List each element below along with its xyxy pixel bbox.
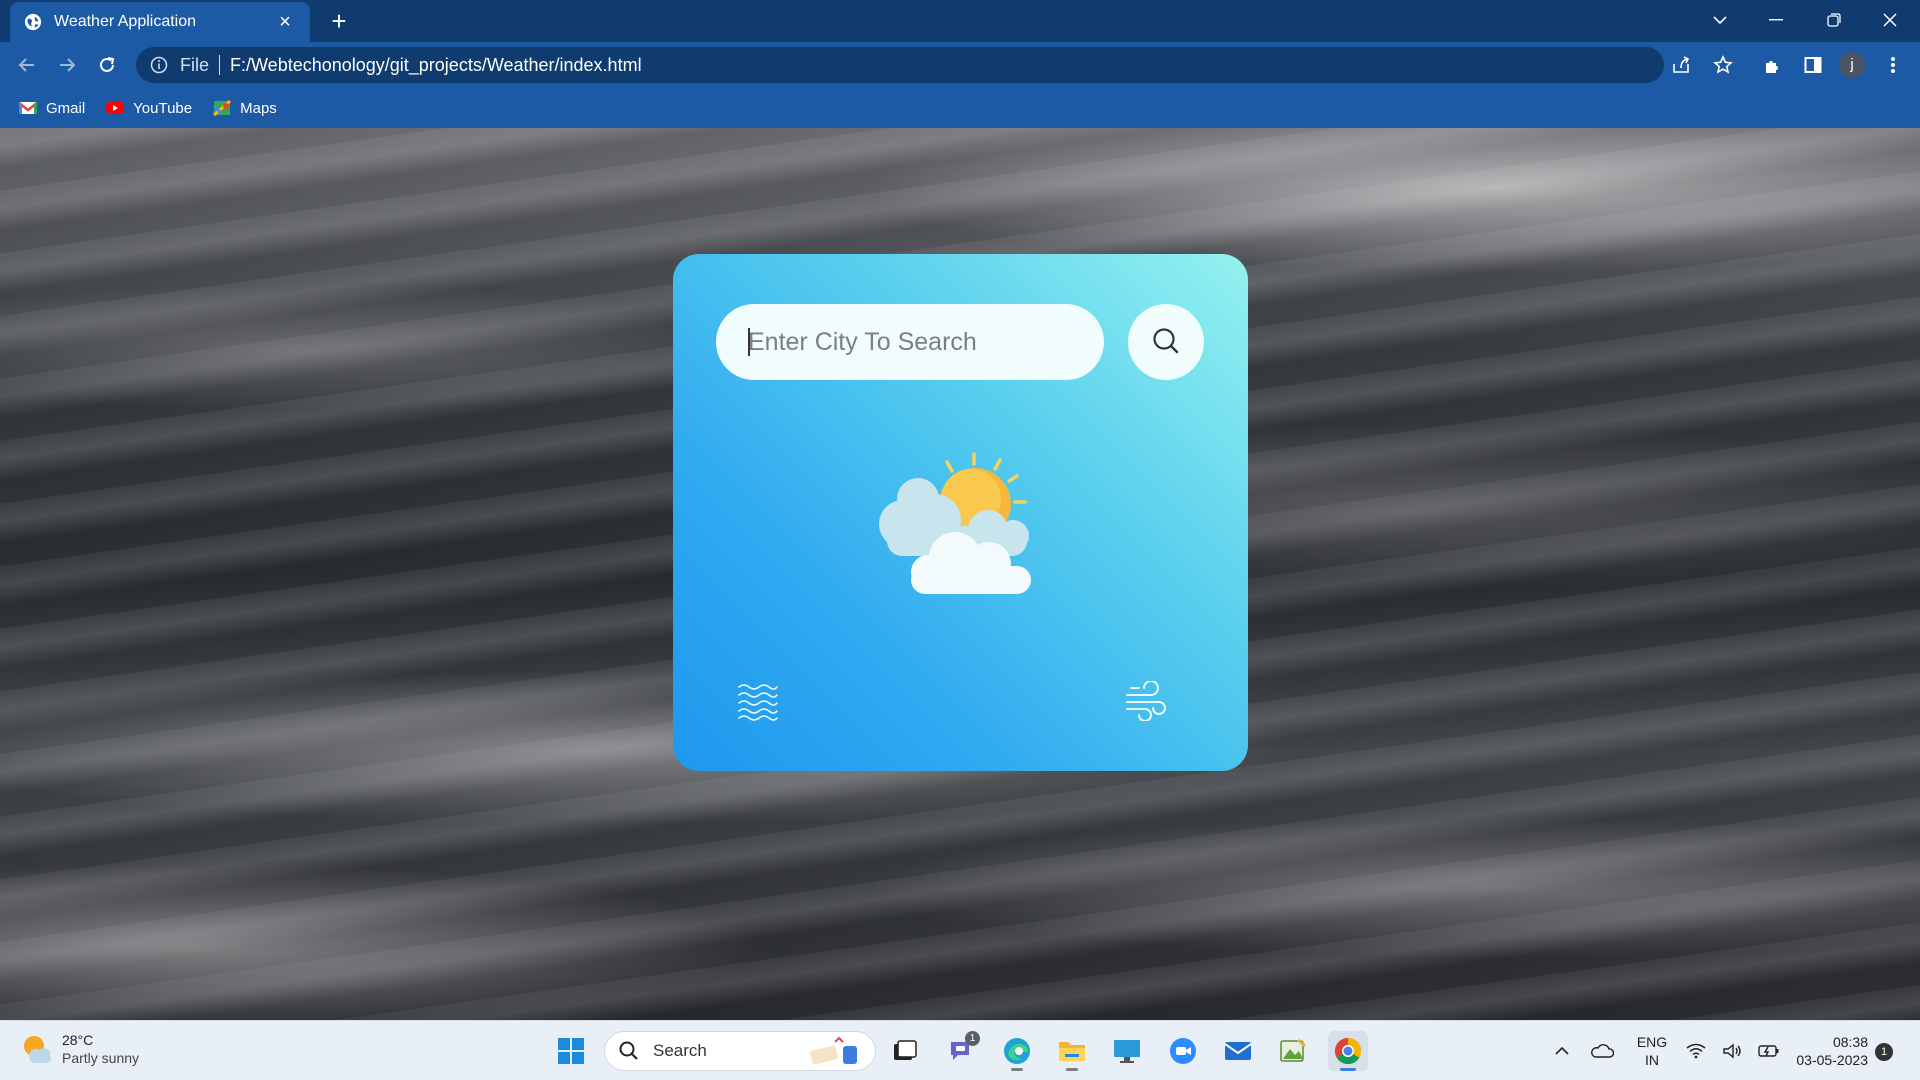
taskbar-search[interactable]: Search	[604, 1031, 876, 1071]
chrome-button[interactable]	[1328, 1031, 1368, 1071]
start-button[interactable]	[551, 1031, 591, 1071]
weather-widget-condition: Partly sunny	[62, 1049, 139, 1067]
teams-chat-button[interactable]: 1	[942, 1031, 982, 1071]
edge-button[interactable]	[997, 1031, 1037, 1071]
youtube-icon	[105, 100, 125, 116]
text-caret	[748, 328, 750, 356]
maps-icon	[212, 100, 232, 116]
weather-widget[interactable]: 28°C Partly sunny	[20, 1031, 139, 1067]
language-indicator[interactable]: ENG IN	[1630, 1033, 1674, 1069]
chat-notification-badge: 1	[965, 1031, 980, 1046]
bookmark-label: YouTube	[133, 100, 192, 117]
running-indicator	[1011, 1068, 1023, 1071]
taskbar-search-label: Search	[653, 1041, 707, 1061]
bookmarks-bar: Gmail YouTube Maps	[0, 88, 1920, 128]
search-icon	[1151, 327, 1181, 357]
bookmark-star-icon[interactable]	[1708, 50, 1738, 80]
address-bar[interactable]: File F:/Webtechonology/git_projects/Weat…	[136, 47, 1664, 83]
chevron-up-icon	[1555, 1046, 1569, 1056]
extensions-icon[interactable]	[1758, 50, 1788, 80]
task-view-button[interactable]	[885, 1031, 925, 1071]
partly-sunny-icon	[873, 444, 1048, 604]
mail-button[interactable]	[1218, 1031, 1258, 1071]
globe-icon	[24, 13, 42, 31]
close-window-icon[interactable]	[1862, 0, 1918, 40]
wind-icon	[1125, 681, 1167, 721]
file-explorer-button[interactable]	[1052, 1031, 1092, 1071]
address-scheme: File	[180, 55, 209, 76]
remote-desktop-button[interactable]	[1107, 1031, 1147, 1071]
search-highlight-icon	[805, 1036, 865, 1068]
folder-icon	[1057, 1038, 1087, 1064]
minimize-icon[interactable]	[1748, 0, 1804, 40]
quick-settings-button[interactable]	[1678, 1031, 1788, 1071]
edge-browser-icon	[1002, 1036, 1032, 1066]
tab-title: Weather Application	[54, 13, 274, 31]
zoom-icon	[1168, 1036, 1198, 1066]
windows-logo-icon	[557, 1037, 585, 1065]
wifi-icon	[1686, 1043, 1706, 1059]
region-label: IN	[1630, 1051, 1674, 1069]
search-icon	[619, 1041, 639, 1061]
storm-clouds-background	[0, 128, 1920, 1020]
windows-taskbar: 28°C Partly sunny Search 1	[0, 1020, 1920, 1080]
clock-date: 03-05-2023	[1780, 1051, 1868, 1069]
gmail-icon	[18, 100, 38, 116]
city-search-input[interactable]	[716, 304, 1104, 380]
tab-close-icon[interactable]: ×	[274, 11, 296, 33]
photos-icon	[1278, 1037, 1308, 1065]
photos-button[interactable]	[1273, 1031, 1313, 1071]
side-panel-icon[interactable]	[1798, 50, 1828, 80]
language-label: ENG	[1630, 1033, 1674, 1051]
chrome-icon	[1333, 1036, 1363, 1066]
browser-toolbar: File F:/Webtechonology/git_projects/Weat…	[0, 42, 1920, 88]
tab-search-chevron-icon[interactable]	[1692, 0, 1748, 40]
address-divider	[219, 55, 220, 75]
forward-arrow-icon[interactable]	[52, 50, 82, 80]
onedrive-cloud-icon	[1590, 1043, 1614, 1059]
mail-icon	[1223, 1039, 1253, 1063]
show-hidden-icons-button[interactable]	[1542, 1031, 1582, 1071]
clock-time: 08:38	[1780, 1033, 1868, 1051]
bookmark-label: Gmail	[46, 100, 85, 117]
weather-widget-temp: 28°C	[62, 1031, 139, 1049]
active-indicator	[1340, 1068, 1356, 1071]
bookmark-gmail[interactable]: Gmail	[18, 100, 85, 117]
kebab-menu-icon[interactable]	[1878, 50, 1908, 80]
humidity-waves-icon	[737, 683, 779, 721]
monitor-icon	[1112, 1037, 1142, 1065]
restore-icon[interactable]	[1806, 0, 1862, 40]
profile-avatar[interactable]: j	[1839, 52, 1865, 78]
search-button[interactable]	[1128, 304, 1204, 380]
task-view-icon	[892, 1039, 918, 1063]
notification-count-badge[interactable]: 1	[1875, 1043, 1893, 1061]
bookmark-maps[interactable]: Maps	[212, 100, 277, 117]
onedrive-button[interactable]	[1582, 1031, 1622, 1071]
battery-icon	[1758, 1043, 1780, 1059]
partly-sunny-icon	[20, 1032, 54, 1066]
share-icon[interactable]	[1666, 50, 1696, 80]
new-tab-button[interactable]: +	[324, 6, 354, 36]
back-arrow-icon[interactable]	[12, 50, 42, 80]
zoom-button[interactable]	[1163, 1031, 1203, 1071]
volume-icon	[1722, 1043, 1742, 1059]
bookmark-label: Maps	[240, 100, 277, 117]
running-indicator	[1066, 1068, 1078, 1071]
site-info-icon[interactable]	[150, 56, 168, 74]
weather-card	[673, 254, 1248, 771]
address-url[interactable]: F:/Webtechonology/git_projects/Weather/i…	[230, 55, 642, 76]
browser-tab-strip: Weather Application × +	[0, 0, 1920, 42]
bookmark-youtube[interactable]: YouTube	[105, 100, 192, 117]
tab-weather-application[interactable]: Weather Application ×	[10, 2, 310, 42]
clock[interactable]: 08:38 03-05-2023	[1780, 1033, 1868, 1069]
reload-icon[interactable]	[92, 50, 122, 80]
